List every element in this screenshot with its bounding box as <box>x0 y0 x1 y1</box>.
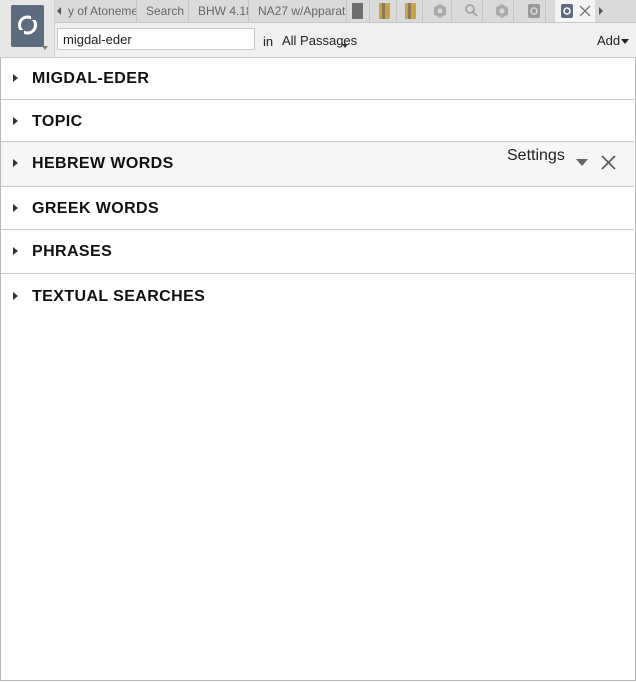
book-gold-icon <box>379 3 390 19</box>
logos-active-icon <box>561 4 573 18</box>
tab-book-dark[interactable] <box>347 0 370 22</box>
section-label: TOPIC <box>32 113 83 130</box>
logos-icon <box>528 4 540 18</box>
section-textual-searches[interactable]: TEXTUAL SEARCHES <box>1 274 634 316</box>
tab-scroll-right-icon[interactable] <box>599 7 603 15</box>
tab-search-tool[interactable] <box>460 0 483 22</box>
expand-triangle-icon[interactable] <box>13 159 18 167</box>
close-icon[interactable] <box>600 154 617 171</box>
tab-logos[interactable] <box>523 0 546 22</box>
book-gold-icon <box>405 3 416 19</box>
search-input[interactable] <box>57 28 255 50</box>
section-label: PHRASES <box>32 243 113 260</box>
section-label: GREEK WORDS <box>32 200 160 217</box>
expand-triangle-icon[interactable] <box>13 204 18 212</box>
hexagon-icon <box>434 4 446 18</box>
expand-triangle-icon[interactable] <box>13 74 18 82</box>
tab-day-of-atonement[interactable]: y of Atonement <box>59 0 137 22</box>
app-menu-button[interactable] <box>11 5 44 47</box>
section-greek-words[interactable]: GREEK WORDS <box>1 187 634 230</box>
section-migdal-eder[interactable]: MIGDAL-EDER <box>1 58 634 100</box>
settings-dropdown-icon[interactable] <box>576 159 588 166</box>
add-dropdown-icon[interactable] <box>621 39 629 44</box>
tab-hexagon-2[interactable] <box>491 0 514 22</box>
section-label: HEBREW WORDS <box>32 155 174 172</box>
tab-book-gold-2[interactable] <box>400 0 423 22</box>
tab-bhw[interactable]: BHW 4.18 <box>189 0 249 22</box>
settings-button[interactable]: Settings <box>507 147 565 165</box>
section-phrases[interactable]: PHRASES <box>1 230 634 274</box>
logos-logo-icon <box>18 15 37 35</box>
tab-na27[interactable]: NA27 w/Apparatus <box>249 0 347 22</box>
expand-triangle-icon[interactable] <box>13 292 18 300</box>
search-toolbar: in All Passages Add <box>55 23 636 58</box>
section-label: MIGDAL-EDER <box>32 70 150 87</box>
book-dark-icon <box>352 3 363 19</box>
expand-triangle-icon[interactable] <box>13 247 18 255</box>
close-tab-icon[interactable] <box>579 5 591 17</box>
tab-hexagon-1[interactable] <box>429 0 452 22</box>
section-topic[interactable]: TOPIC <box>1 100 634 142</box>
app-menu-area <box>0 0 55 58</box>
magnifier-icon <box>465 4 478 17</box>
add-button[interactable]: Add <box>597 33 620 48</box>
tab-bar: y of Atonement Search BHW 4.18 NA27 w/Ap… <box>55 0 636 23</box>
expand-triangle-icon[interactable] <box>13 117 18 125</box>
app-menu-caret-icon <box>42 46 48 50</box>
hexagon-icon <box>496 4 508 18</box>
tab-active-logos[interactable] <box>555 0 595 22</box>
scope-dropdown-icon[interactable] <box>342 44 348 48</box>
section-label: TEXTUAL SEARCHES <box>32 288 206 305</box>
tab-search[interactable]: Search <box>137 0 189 22</box>
in-label: in <box>263 34 274 49</box>
tab-book-gold-1[interactable] <box>374 0 397 22</box>
